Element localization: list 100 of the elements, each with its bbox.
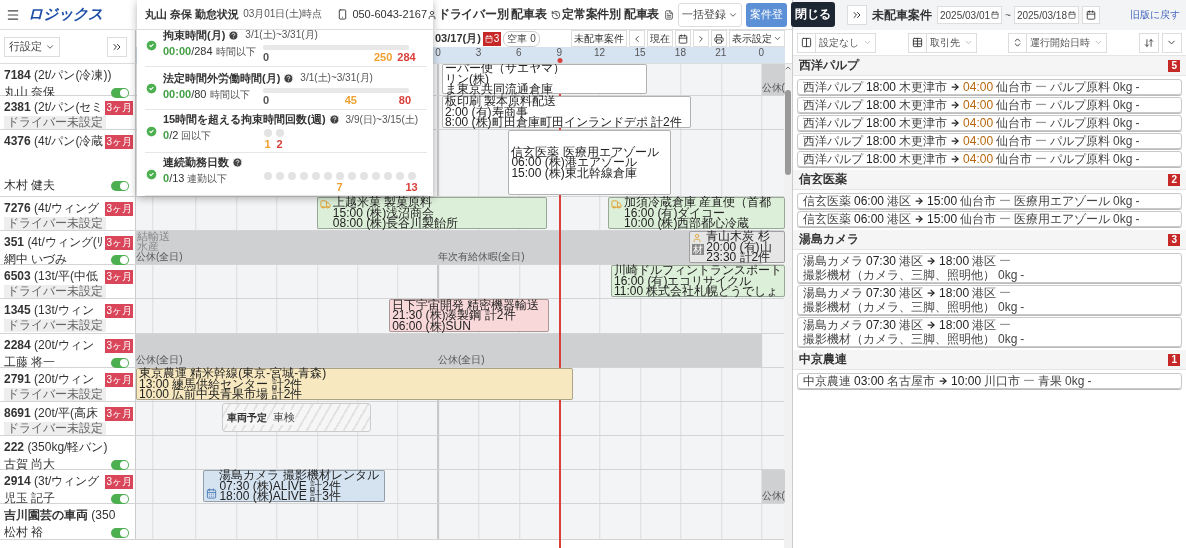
holiday-label: 公休( bbox=[761, 490, 785, 503]
sort-order-button[interactable] bbox=[1138, 32, 1159, 53]
axis-label: 0 bbox=[758, 47, 764, 59]
case-place: 港区 bbox=[899, 286, 924, 300]
toggle-switch[interactable] bbox=[111, 357, 129, 368]
case-row[interactable]: 湯島カメラ 07:30 港区 18:00 港区 ー 撮影機材（カメラ、三脚、照明他） 0kg - bbox=[797, 317, 1182, 347]
menu-icon[interactable] bbox=[6, 7, 20, 22]
document-icon[interactable] bbox=[664, 9, 674, 20]
case-place: 木更津市 bbox=[899, 152, 948, 166]
vehicle-number: 1345 (13t/ウィン bbox=[4, 302, 95, 319]
maintenance-block[interactable]: 車両予定 車検 bbox=[222, 403, 371, 432]
driver-name: 木村 健夫 bbox=[4, 177, 56, 194]
case-weight: 0kg bbox=[998, 300, 1018, 314]
driver-name: 松村 裕 bbox=[4, 524, 44, 541]
collapse-button[interactable] bbox=[847, 5, 867, 25]
vehicle-number: 6503 (13t/平(中低 bbox=[4, 268, 99, 285]
previous-button[interactable] bbox=[629, 30, 645, 48]
case-row[interactable]: 西洋パルプ 18:00 木更津市 04:00 仙台市 ー パルプ原料 0kg - bbox=[797, 115, 1182, 131]
case-row[interactable]: 中京農連 03:00 名古屋市 10:00 川口市 ー 青果 0kg - bbox=[797, 373, 1182, 389]
calendar-button[interactable] bbox=[675, 30, 691, 48]
toggle-switch[interactable] bbox=[111, 527, 129, 538]
history-icon bbox=[551, 9, 562, 20]
tick-label: 45 bbox=[344, 93, 357, 106]
separator-text: ー bbox=[1035, 116, 1048, 130]
count-badge: 3 bbox=[1168, 233, 1180, 246]
vehicle-number: 2791 (20t/ウィン bbox=[4, 371, 95, 388]
case-place: 木更津市 bbox=[899, 98, 948, 112]
unassigned-button[interactable]: 未配車案件 bbox=[571, 30, 627, 48]
case-company: 西洋パルプ bbox=[803, 98, 863, 112]
toggle-switch[interactable] bbox=[111, 180, 129, 191]
expand-button[interactable] bbox=[107, 36, 127, 57]
nav-tab[interactable]: ドライバー別 配車表 bbox=[427, 6, 547, 23]
tick-label: 0 bbox=[263, 93, 270, 106]
calendar-button[interactable] bbox=[1081, 6, 1100, 24]
separator-text: ー bbox=[999, 286, 1012, 300]
case-row[interactable]: 西洋パルプ 18:00 木更津市 04:00 仙台市 ー パルプ原料 0kg - bbox=[797, 79, 1182, 95]
case-row[interactable]: 信玄医薬 06:00 港区 15:00 仙台市 ー 医療用エアゾール 0kg - bbox=[797, 211, 1182, 227]
axis-label: 0 bbox=[435, 47, 441, 59]
case-time: 15:00 bbox=[927, 194, 958, 208]
dot-label: 1 bbox=[264, 138, 271, 150]
count-badge: 5 bbox=[1168, 59, 1180, 72]
date-label: 03/17(月) bbox=[435, 31, 481, 47]
case-place: 港区 bbox=[887, 212, 912, 226]
month-badge: 3ヶ月 bbox=[105, 134, 133, 149]
vehicle-number: 222 (350kg/軽バン) bbox=[4, 439, 108, 456]
case-place: 港区 bbox=[972, 254, 997, 268]
date-to-field[interactable]: 2025/03/18 bbox=[1013, 6, 1079, 24]
schedule-card[interactable]: 湯島カメラ 撮影機材レンタル 07:30 (株)ALIVE 計2件 18:00 (株)ALIVE 計3件 bbox=[203, 470, 386, 502]
help-icon[interactable] bbox=[283, 72, 295, 84]
group-name: 中京農連 bbox=[799, 351, 847, 368]
revert-link[interactable]: 旧版に戻す bbox=[1130, 8, 1180, 22]
bulk-register-button[interactable]: 一括登録 bbox=[678, 2, 742, 27]
date-from-field[interactable]: 2025/03/01 bbox=[937, 6, 1003, 24]
arrow-icon bbox=[950, 100, 961, 110]
case-cargo: 青果 bbox=[1038, 374, 1063, 388]
axis-label: 3 bbox=[475, 47, 482, 59]
help-icon[interactable] bbox=[328, 114, 340, 125]
dropdown-button[interactable] bbox=[1161, 32, 1182, 53]
calendar-icon bbox=[1067, 11, 1076, 19]
case-row[interactable]: 湯島カメラ 07:30 港区 18:00 港区 ー 撮影機材（カメラ、三脚、照明他） 0kg - bbox=[797, 253, 1182, 283]
alert-badge[interactable]: 3 bbox=[482, 31, 502, 46]
month-badge: 3ヶ月 bbox=[105, 372, 133, 387]
case-row[interactable]: 西洋パルプ 18:00 木更津市 04:00 仙台市 ー パルプ原料 0kg - bbox=[797, 151, 1182, 167]
scrollbar[interactable] bbox=[784, 64, 792, 548]
case-row[interactable]: 湯島カメラ 07:30 港区 18:00 港区 ー 撮影機材（カメラ、三脚、照明他） 0kg - bbox=[797, 285, 1182, 315]
month-badge: 3ヶ月 bbox=[105, 406, 133, 421]
group-name: 信玄医薬 bbox=[799, 171, 847, 188]
toggle-switch[interactable] bbox=[111, 87, 129, 98]
case-time: 15:00 bbox=[927, 212, 958, 226]
schedule-card[interactable]: 東京農運 精米幹線(東京-宮城-青森) 13:00 練馬供給センター 計2件 10:00 広前中央青果市場 計2件 bbox=[136, 368, 573, 400]
double-chevron-icon bbox=[851, 9, 863, 21]
month-badge: 3ヶ月 bbox=[105, 269, 133, 284]
case-place: 港区 bbox=[972, 318, 997, 332]
holiday-label: 公休( bbox=[761, 82, 785, 95]
case-row[interactable]: 西洋パルプ 18:00 木更津市 04:00 仙台市 ー パルプ原料 0kg - bbox=[797, 97, 1182, 113]
driver-unset-tag: ドライバー未設定 bbox=[4, 285, 106, 298]
help-icon[interactable] bbox=[228, 29, 240, 41]
toggle-switch[interactable] bbox=[111, 459, 129, 470]
case-place: 仙台市 bbox=[996, 80, 1033, 94]
case-row[interactable]: 西洋パルプ 18:00 木更津市 04:00 仙台市 ー パルプ原料 0kg - bbox=[797, 133, 1182, 149]
case-company: 西洋パルプ bbox=[803, 134, 863, 148]
schedule-card[interactable]: 信玄医薬 医療用エアゾール 06:00 (株)港エアゾール 15:00 (株)東北幹線倉庫 bbox=[508, 130, 671, 195]
schedule-card[interactable]: 上越米菓 製菓原料 15:00 (株)浅沼商会 08:00 (株)長谷川製飴所 bbox=[316, 197, 547, 229]
print-button[interactable] bbox=[711, 30, 727, 48]
row-settings-select[interactable]: 行設定 bbox=[4, 36, 60, 57]
now-button[interactable]: 現在 bbox=[647, 30, 673, 48]
case-cargo: 撮影機材（カメラ、三脚、照明他） bbox=[803, 268, 995, 282]
person-icon bbox=[427, 9, 437, 20]
case-row[interactable]: 信玄医薬 06:00 港区 15:00 仙台市 ー 医療用エアゾール 0kg - bbox=[797, 193, 1182, 209]
metric-period: 3/9(日)~3/15(土) bbox=[345, 112, 419, 127]
month-badge: 3ヶ月 bbox=[105, 100, 133, 115]
toggle-switch[interactable] bbox=[111, 493, 129, 504]
nav-tab[interactable]: 定常案件別 配車表 bbox=[551, 6, 659, 23]
help-icon[interactable] bbox=[232, 157, 243, 168]
display-settings-button[interactable]: 表示設定 bbox=[729, 30, 785, 48]
case-time: 18:00 bbox=[866, 152, 897, 166]
arrow-icon bbox=[926, 288, 937, 298]
dot-label: 7 bbox=[336, 181, 343, 193]
toggle-switch[interactable] bbox=[111, 254, 129, 265]
schedule-card[interactable]: 加須冷蔵倉庫 産直便（首都 16:00 (有)ダイコー 10:00 (株)西部都心冷蔵 bbox=[608, 197, 785, 229]
